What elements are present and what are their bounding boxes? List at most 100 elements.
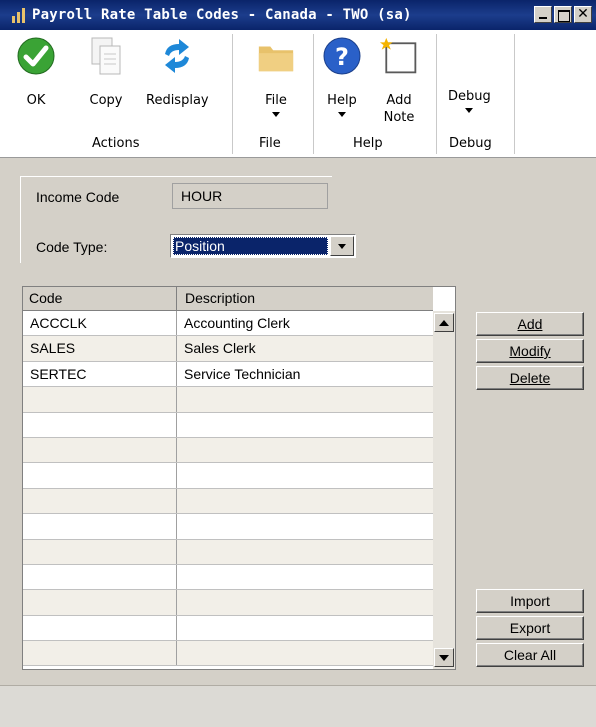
checkmark-icon: [17, 37, 55, 75]
cell-code: SALES: [23, 336, 177, 361]
cell-code: [23, 514, 177, 539]
group-label-debug: Debug: [449, 136, 492, 151]
table-row[interactable]: [23, 564, 433, 591]
vertical-scrollbar[interactable]: [433, 311, 455, 669]
codes-grid[interactable]: Code Description ACCCLK Accounting Clerk S…: [22, 286, 456, 670]
debug-menu-button[interactable]: Debug: [448, 88, 491, 113]
income-code-field: HOUR: [172, 183, 328, 209]
cell-description: Accounting Clerk: [184, 315, 290, 331]
copy-button[interactable]: Copy: [86, 34, 126, 109]
table-row[interactable]: [23, 514, 433, 540]
cell-description: Service Technician: [184, 365, 301, 382]
table-row[interactable]: [23, 590, 433, 616]
cell-description: [177, 590, 433, 614]
redisplay-button[interactable]: Redisplay: [146, 34, 209, 109]
income-code-label: Income Code: [36, 189, 120, 205]
code-type-dropdown-button[interactable]: [330, 236, 354, 256]
minimize-button[interactable]: [534, 6, 552, 23]
column-header-code[interactable]: Code: [23, 287, 177, 310]
scroll-down-button[interactable]: [434, 648, 454, 667]
title-bar: Payroll Rate Table Codes - Canada - TWO …: [0, 0, 596, 30]
table-row[interactable]: ACCCLK Accounting Clerk: [23, 311, 433, 337]
debug-label: Debug: [448, 89, 491, 104]
group-label-actions: Actions: [92, 136, 140, 151]
clear-all-button[interactable]: Clear All: [476, 643, 584, 667]
add-button[interactable]: Add: [476, 312, 584, 336]
table-row[interactable]: [23, 387, 433, 413]
group-label-help: Help: [353, 136, 383, 151]
modify-button[interactable]: Modify: [476, 339, 584, 363]
scroll-up-button[interactable]: [434, 313, 454, 332]
cell-code: [23, 412, 177, 437]
cell-code: ACCCLK: [23, 311, 177, 336]
refresh-icon: [165, 39, 190, 73]
table-row[interactable]: [23, 615, 433, 642]
cell-description: [177, 438, 433, 462]
cell-code: [23, 437, 177, 463]
window-title: Payroll Rate Table Codes - Canada - TWO …: [32, 7, 412, 23]
export-button[interactable]: Export: [476, 616, 584, 640]
table-row[interactable]: [23, 641, 433, 667]
cell-description: [177, 514, 433, 538]
cell-code: [23, 387, 177, 412]
cell-description: [177, 641, 433, 665]
group-label-file: File: [259, 136, 281, 151]
grid-rows: ACCCLK Accounting Clerk SALES Sales Clerk SE…: [23, 311, 433, 667]
cell-description: [177, 463, 433, 487]
table-row[interactable]: [23, 437, 433, 464]
add-note-button[interactable]: Add Note: [379, 34, 419, 126]
table-row[interactable]: [23, 463, 433, 489]
help-icon: ?: [323, 37, 361, 75]
code-type-label: Code Type:: [36, 239, 108, 255]
cell-description: [177, 565, 433, 589]
table-row[interactable]: [23, 539, 433, 565]
cell-code: [23, 463, 177, 488]
chevron-down-icon: [272, 112, 280, 117]
file-label: File: [265, 93, 287, 108]
copy-icon: [91, 37, 121, 75]
redisplay-label: Redisplay: [146, 93, 209, 108]
arrow-up-icon: [439, 319, 449, 326]
cell-code: [23, 615, 177, 641]
help-menu-button[interactable]: ? Help: [322, 34, 362, 117]
svg-text:?: ?: [335, 43, 349, 71]
note-icon: [379, 37, 417, 74]
table-row[interactable]: [23, 488, 433, 515]
cell-description: Sales Clerk: [184, 340, 256, 357]
grid-header: Code Description: [23, 287, 433, 311]
table-row[interactable]: [23, 412, 433, 438]
close-button[interactable]: ✕: [574, 6, 592, 23]
chevron-down-icon: [338, 112, 346, 117]
column-header-description[interactable]: Description: [177, 287, 433, 310]
status-bar: [0, 685, 596, 727]
cell-description: [177, 387, 433, 411]
cell-code: [23, 488, 177, 514]
table-row[interactable]: SALES Sales Clerk: [23, 336, 433, 362]
import-button[interactable]: Import: [476, 589, 584, 613]
cell-description: [177, 489, 433, 513]
cell-description: [177, 413, 433, 437]
maximize-button[interactable]: [554, 6, 572, 23]
delete-button[interactable]: Delete: [476, 366, 584, 390]
code-type-dropdown[interactable]: Position: [170, 234, 356, 258]
chevron-down-icon: [465, 108, 474, 113]
folder-icon: [258, 46, 294, 72]
code-type-value: Position: [173, 237, 328, 255]
copy-label: Copy: [89, 93, 123, 108]
cell-description: [177, 540, 433, 564]
help-label: Help: [327, 93, 357, 108]
cell-code: [23, 564, 177, 590]
cell-code: [23, 641, 177, 666]
ribbon-toolbar: OK Copy Redisplay File ? Help Add Note D…: [0, 30, 596, 158]
cell-code: SERTEC: [23, 361, 177, 387]
add-note-label: Add Note: [383, 93, 415, 125]
arrow-down-icon: [439, 654, 449, 661]
cell-description: [177, 616, 433, 640]
cell-code: [23, 590, 177, 615]
ok-label: OK: [26, 93, 46, 108]
ok-button[interactable]: OK: [16, 34, 56, 109]
file-menu-button[interactable]: File: [256, 34, 296, 117]
table-row[interactable]: SERTEC Service Technician: [23, 361, 433, 388]
chevron-down-icon: [338, 243, 346, 249]
close-icon: ✕: [577, 6, 589, 22]
